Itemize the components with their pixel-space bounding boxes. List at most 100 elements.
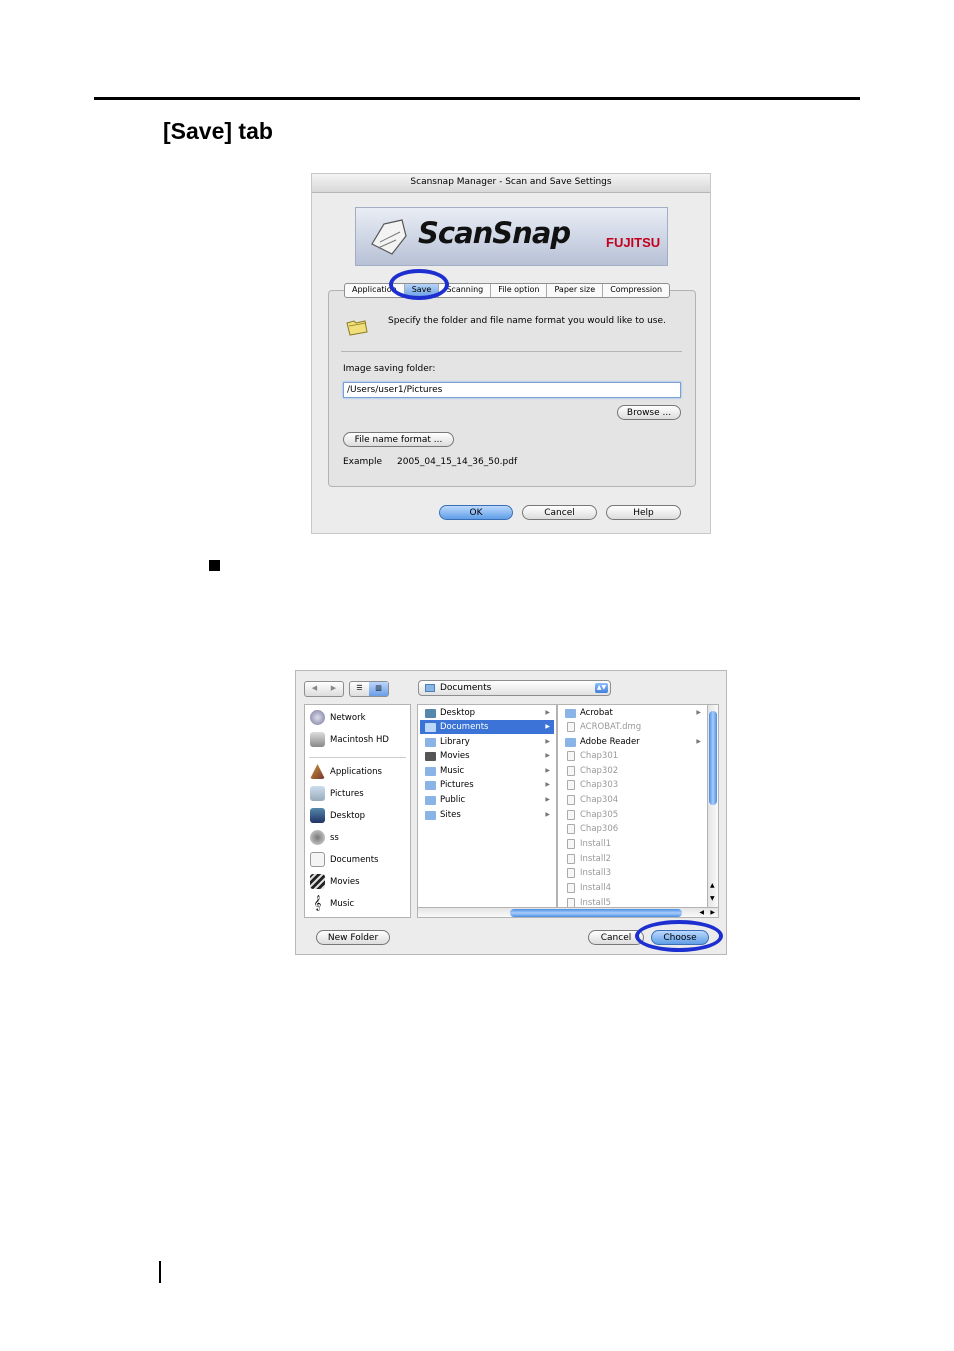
document-icon bbox=[567, 766, 575, 776]
sidebar-item-documents[interactable]: Documents bbox=[310, 852, 378, 867]
scansnap-logo: ScanSnap bbox=[418, 216, 571, 250]
view-mode-buttons[interactable]: ☰ ▥ bbox=[349, 681, 389, 697]
row-label: Library bbox=[440, 737, 470, 747]
chevron-right-icon: ▶ bbox=[545, 752, 550, 759]
sidebar-item-music[interactable]: 𝄞 Music bbox=[310, 896, 355, 911]
row-label: Chap301 bbox=[580, 751, 619, 761]
sidebar-item-macintosh-hd[interactable]: Macintosh HD bbox=[310, 732, 389, 747]
music-folder-icon bbox=[425, 767, 436, 776]
row-label: Install4 bbox=[580, 883, 611, 893]
tab-paper-size[interactable]: Paper size bbox=[547, 284, 604, 297]
column-row-adobe-reader[interactable]: Adobe Reader ▶ bbox=[560, 735, 705, 749]
column-row-pictures[interactable]: Pictures ▶ bbox=[420, 778, 554, 792]
new-folder-button[interactable]: New Folder bbox=[316, 930, 390, 945]
sidebar-item-ss[interactable]: ss bbox=[310, 830, 339, 845]
file-name-format-button[interactable]: File name format ... bbox=[343, 432, 454, 447]
row-label: Chap303 bbox=[580, 780, 619, 790]
back-arrow-icon[interactable]: ◀ bbox=[305, 682, 324, 696]
column-row-acrobat[interactable]: Acrobat ▶ bbox=[560, 706, 705, 720]
sidebar-item-network[interactable]: Network bbox=[310, 710, 366, 725]
chevron-right-icon: ▶ bbox=[545, 709, 550, 716]
scansnap-banner: ScanSnap FUJITSU bbox=[355, 207, 668, 266]
row-label: Movies bbox=[440, 751, 470, 761]
column-row-desktop[interactable]: Desktop ▶ bbox=[420, 706, 554, 720]
chevron-right-icon: ▶ bbox=[696, 738, 701, 745]
scroll-right-icon[interactable]: ▶ bbox=[710, 908, 715, 918]
column-row-acrobat-dmg: ACROBAT.dmg bbox=[560, 720, 705, 734]
folder-icon bbox=[346, 320, 368, 336]
hard-drive-icon bbox=[310, 732, 325, 747]
forward-arrow-icon[interactable]: ▶ bbox=[324, 682, 343, 696]
sidebar-item-label: Documents bbox=[330, 854, 379, 865]
fujitsu-logo: FUJITSU bbox=[606, 235, 661, 250]
browser-column-1: Desktop ▶ Documents ▶ Library ▶ Movies ▶ Mus… bbox=[417, 704, 557, 909]
network-globe-icon bbox=[310, 710, 325, 725]
folder-icon bbox=[565, 738, 576, 747]
cancel-button[interactable]: Cancel bbox=[522, 505, 597, 520]
pictures-folder-icon bbox=[425, 781, 436, 790]
tab-compression[interactable]: Compression bbox=[603, 284, 669, 297]
tab-file-option[interactable]: File option bbox=[491, 284, 548, 297]
row-label: Install3 bbox=[580, 868, 611, 878]
help-button[interactable]: Help bbox=[606, 505, 681, 520]
column-row-library[interactable]: Library ▶ bbox=[420, 735, 554, 749]
list-view-icon[interactable]: ☰ bbox=[350, 682, 369, 696]
chevron-right-icon: ▶ bbox=[545, 796, 550, 803]
sidebar-item-pictures[interactable]: Pictures bbox=[310, 786, 364, 801]
column-row-chap303: Chap303 bbox=[560, 778, 705, 792]
folder-icon bbox=[425, 723, 436, 732]
scroll-left-icon[interactable]: ◀ bbox=[699, 908, 704, 918]
column-row-sites[interactable]: Sites ▶ bbox=[420, 808, 554, 822]
horizontal-scroll-thumb[interactable] bbox=[510, 909, 682, 917]
column-row-chap305: Chap305 bbox=[560, 808, 705, 822]
example-label: Example bbox=[343, 457, 383, 467]
row-label: Music bbox=[440, 766, 465, 776]
column-row-chap301: Chap301 bbox=[560, 749, 705, 763]
scroll-up-icon[interactable]: ▲ bbox=[710, 882, 715, 889]
document-icon bbox=[567, 868, 575, 878]
column-view-icon[interactable]: ▥ bbox=[369, 682, 388, 696]
sidebar-item-label: Pictures bbox=[330, 788, 364, 799]
row-label: Chap302 bbox=[580, 766, 619, 776]
vertical-scrollbar[interactable]: ▲ ▼ bbox=[707, 704, 719, 909]
sidebar-item-movies[interactable]: Movies bbox=[310, 874, 360, 889]
row-label: Sites bbox=[440, 810, 461, 820]
chevron-right-icon: ▶ bbox=[545, 738, 550, 745]
horizontal-scrollbar[interactable]: ◀ ▶ bbox=[417, 907, 719, 918]
chevron-right-icon: ▶ bbox=[545, 723, 550, 730]
pictures-icon bbox=[310, 786, 325, 801]
scan-save-settings-dialog: Scansnap Manager - Scan and Save Setting… bbox=[311, 173, 711, 534]
column-row-install2: Install2 bbox=[560, 852, 705, 866]
browse-button[interactable]: Browse ... bbox=[617, 405, 681, 420]
sidebar-item-label: Desktop bbox=[330, 810, 366, 821]
home-icon bbox=[310, 830, 325, 845]
row-label: Chap305 bbox=[580, 810, 619, 820]
column-row-install3: Install3 bbox=[560, 866, 705, 880]
row-label: Install1 bbox=[580, 839, 611, 849]
location-popup[interactable]: Documents ▲▼ bbox=[418, 680, 611, 696]
choose-button-highlight-circle bbox=[635, 920, 723, 952]
desktop-icon bbox=[310, 808, 325, 823]
document-icon bbox=[567, 751, 575, 761]
column-row-documents[interactable]: Documents ▶ bbox=[420, 720, 554, 734]
column-row-music[interactable]: Music ▶ bbox=[420, 764, 554, 778]
documents-icon bbox=[310, 852, 325, 867]
row-label: Adobe Reader bbox=[580, 737, 640, 747]
scroll-down-icon[interactable]: ▼ bbox=[710, 895, 715, 902]
row-label: Desktop bbox=[440, 708, 476, 718]
sidebar-item-applications[interactable]: Applications bbox=[310, 764, 382, 779]
sidebar-item-desktop[interactable]: Desktop bbox=[310, 808, 365, 823]
row-label: Chap304 bbox=[580, 795, 619, 805]
image-saving-folder-input[interactable]: /Users/user1/Pictures bbox=[343, 382, 681, 398]
applications-icon bbox=[310, 764, 325, 779]
image-saving-folder-label: Image saving folder: bbox=[343, 364, 436, 374]
vertical-scroll-thumb[interactable] bbox=[709, 711, 717, 805]
column-row-movies[interactable]: Movies ▶ bbox=[420, 749, 554, 763]
column-row-public[interactable]: Public ▶ bbox=[420, 793, 554, 807]
ok-button[interactable]: OK bbox=[439, 505, 513, 520]
margin-bar bbox=[159, 1261, 161, 1283]
sidebar-item-label: Movies bbox=[330, 876, 360, 887]
movies-folder-icon bbox=[425, 752, 436, 761]
back-forward-buttons[interactable]: ◀ ▶ bbox=[304, 681, 344, 697]
sidebar-divider bbox=[309, 757, 406, 758]
